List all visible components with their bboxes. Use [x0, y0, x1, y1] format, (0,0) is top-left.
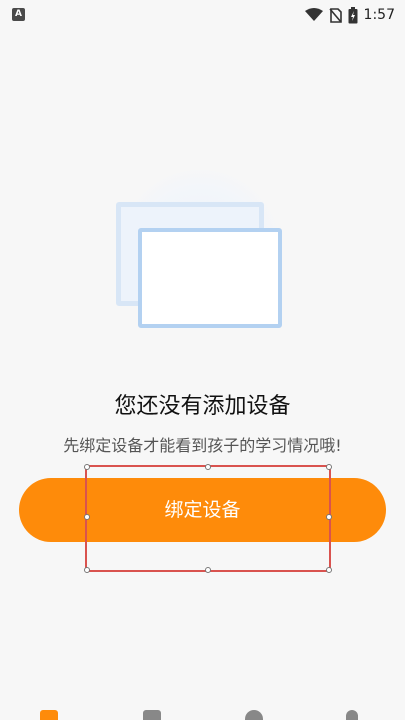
front-screen-icon — [138, 228, 282, 328]
profile-icon[interactable] — [346, 710, 358, 720]
bottom-nav — [0, 706, 405, 720]
discover-icon[interactable] — [245, 710, 263, 720]
bind-device-button[interactable]: 绑定设备 — [19, 478, 386, 542]
empty-devices-illustration — [100, 170, 300, 340]
status-icons: 1:57 — [304, 5, 395, 25]
selection-handle[interactable] — [205, 464, 211, 470]
selection-handle[interactable] — [84, 567, 90, 573]
selection-handle[interactable] — [326, 567, 332, 573]
home-icon[interactable] — [40, 710, 58, 720]
app-notification-icon: A — [12, 8, 25, 21]
selection-handle[interactable] — [326, 464, 332, 470]
empty-state-title: 您还没有添加设备 — [114, 394, 291, 419]
battery-charging-icon — [348, 6, 358, 23]
status-time: 1:57 — [363, 7, 395, 23]
selection-handle[interactable] — [84, 464, 90, 470]
no-sim-icon — [328, 7, 342, 23]
mail-icon[interactable] — [143, 710, 161, 720]
wifi-icon — [304, 8, 323, 21]
selection-handle[interactable] — [205, 567, 211, 573]
empty-state-subtitle: 先绑定设备才能看到孩子的学习情况哦! — [63, 436, 342, 455]
status-bar: A 1:57 — [0, 0, 405, 30]
